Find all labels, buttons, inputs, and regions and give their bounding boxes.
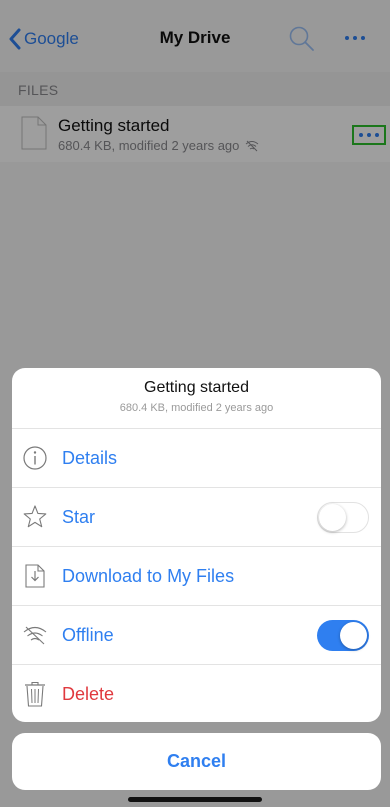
trash-icon <box>25 681 45 707</box>
action-details[interactable]: Details <box>12 429 381 488</box>
info-icon <box>23 446 47 470</box>
screen: Google My Drive FILES Getting started 68… <box>0 0 390 807</box>
action-star[interactable]: Star <box>12 488 381 547</box>
action-label: Offline <box>62 625 114 645</box>
offline-toggle[interactable] <box>317 620 369 651</box>
action-sheet-header: Getting started 680.4 KB, modified 2 yea… <box>12 368 381 429</box>
action-delete[interactable]: Delete <box>12 665 381 722</box>
star-icon <box>23 505 47 528</box>
home-indicator[interactable] <box>128 797 262 802</box>
action-offline[interactable]: Offline <box>12 606 381 665</box>
action-label: Details <box>62 448 118 468</box>
action-download[interactable]: Download to My Files <box>12 547 381 606</box>
cancel-button[interactable]: Cancel <box>12 733 381 790</box>
action-label: Delete <box>62 684 115 704</box>
download-icon <box>25 564 45 588</box>
action-label: Download to My Files <box>62 566 235 586</box>
action-sheet-title: Getting started <box>144 379 249 396</box>
offline-icon <box>23 626 47 645</box>
toggle-knob <box>319 503 346 531</box>
action-sheet: Getting started 680.4 KB, modified 2 yea… <box>12 368 381 722</box>
star-toggle[interactable] <box>317 502 369 533</box>
action-label: Star <box>62 507 96 527</box>
toggle-knob <box>340 622 367 649</box>
action-sheet-subtitle: 680.4 KB, modified 2 years ago <box>119 402 274 414</box>
